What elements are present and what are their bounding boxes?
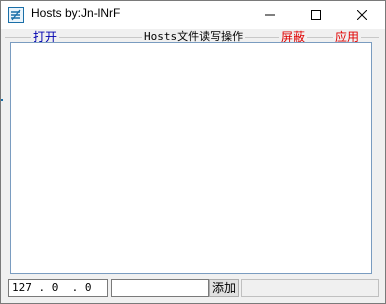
edge-marker: [1, 99, 3, 101]
minimize-button[interactable]: [247, 1, 293, 29]
title-bar[interactable]: Hosts by:Jn-lNrF: [1, 1, 385, 29]
ip-address-input[interactable]: 127 . 0 . 0 . 1: [8, 279, 108, 297]
hostname-input[interactable]: [111, 279, 209, 297]
minimize-icon: [265, 14, 275, 16]
maximize-button[interactable]: [293, 1, 339, 29]
status-area: [241, 279, 379, 297]
hosts-content-textarea[interactable]: [10, 42, 372, 274]
maximize-icon: [311, 10, 321, 20]
hosts-app-icon: [8, 7, 24, 23]
close-button[interactable]: [339, 1, 385, 29]
window-title: Hosts by:Jn-lNrF: [31, 6, 121, 20]
close-icon: [357, 10, 367, 20]
add-button[interactable]: 添加: [209, 279, 239, 297]
app-window: Hosts by:Jn-lNrF 打开 Hosts文件读写操作 屏蔽 应用 12…: [0, 0, 386, 304]
